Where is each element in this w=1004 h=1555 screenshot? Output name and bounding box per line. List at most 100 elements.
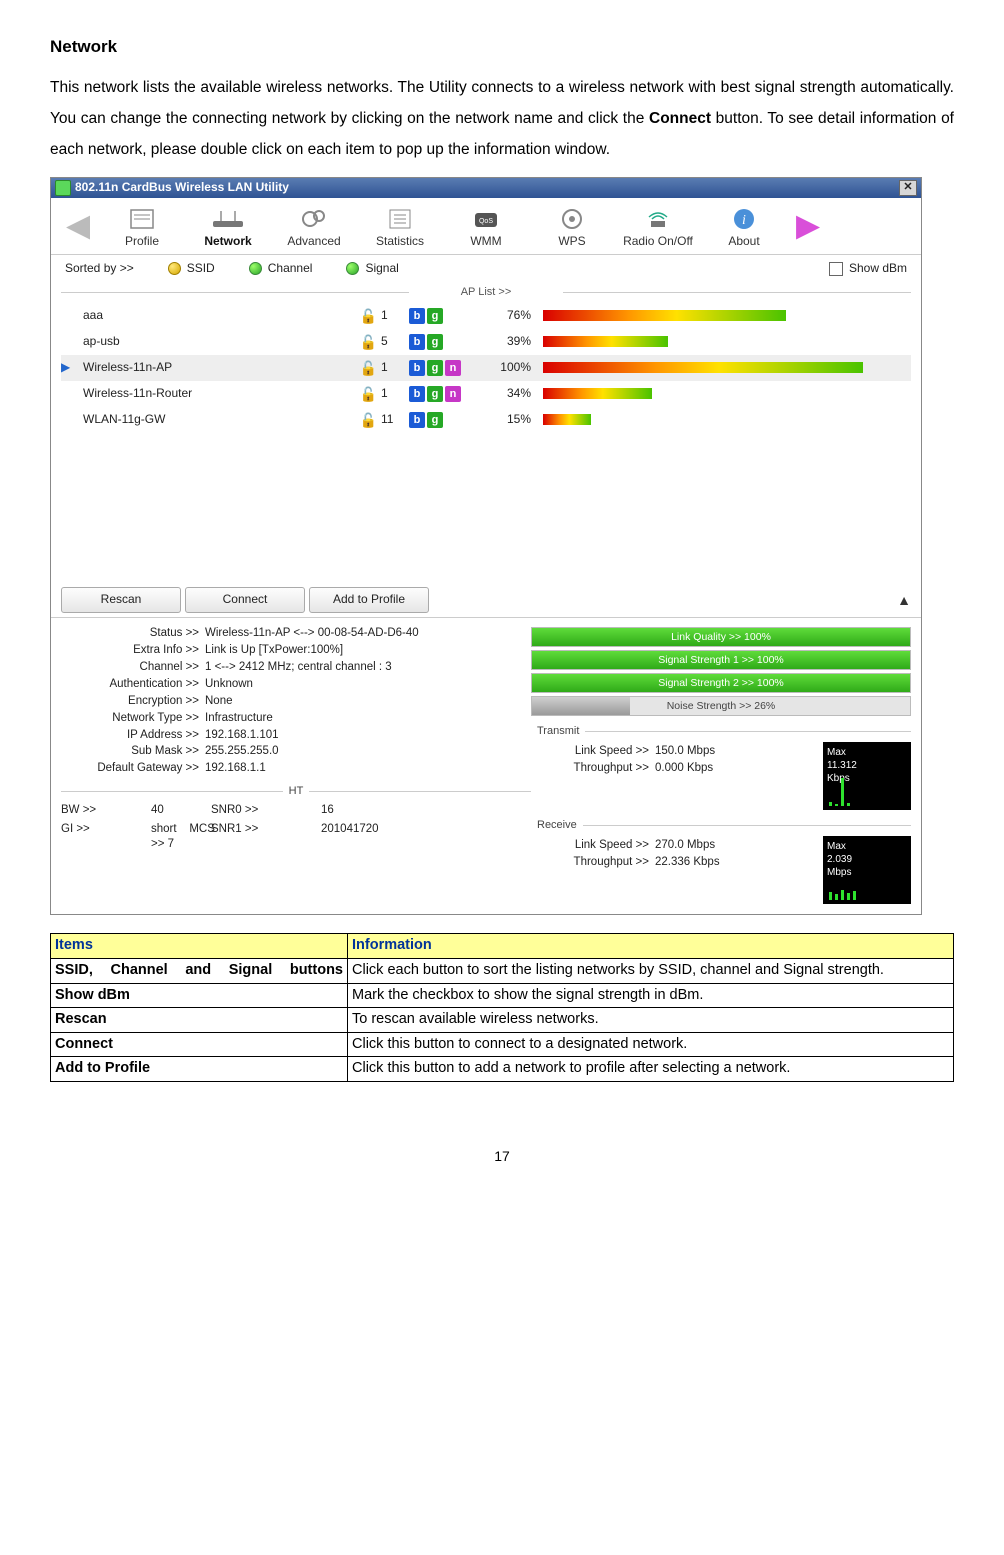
toolbar-tab-about[interactable]: iAbout — [701, 204, 787, 250]
ap-channel: 1 — [381, 386, 405, 402]
intro-connect-bold: Connect — [649, 110, 711, 127]
ap-channel: 5 — [381, 334, 405, 350]
transmit-header: Transmit — [531, 724, 911, 738]
status-value: None — [205, 694, 531, 709]
rescan-button[interactable]: Rescan — [61, 587, 181, 613]
intro-paragraph: This network lists the available wireles… — [50, 72, 954, 165]
table-item: SSID, Channel and Signal buttons — [51, 959, 348, 984]
security-icon: 🔓 — [317, 385, 377, 403]
status-key: Extra Info >> — [61, 643, 205, 658]
ap-modes: bg — [409, 308, 479, 324]
table-row: ConnectClick this button to connect to a… — [51, 1032, 954, 1057]
rx-linkspeed-value: 270.0 Mbps — [655, 838, 745, 853]
tx-linkspeed-value: 150.0 Mbps — [655, 744, 745, 759]
toolbar-next-arrow[interactable]: ► — [787, 202, 829, 250]
ap-row[interactable]: ▶Wireless-11n-AP🔓1bgn100% — [61, 355, 911, 381]
wmm-icon: QoS — [466, 204, 506, 234]
ap-list-header: AP List >> — [51, 285, 921, 299]
toolbar-prev-arrow[interactable]: ◄ — [57, 202, 99, 250]
table-row: RescanTo rescan available wireless netwo… — [51, 1008, 954, 1033]
toolbar-tab-wps[interactable]: WPS — [529, 204, 615, 250]
link-quality-bar: Link Quality >> 100% — [531, 627, 911, 647]
ap-ssid: Wireless-11n-AP — [79, 360, 313, 376]
status-value: 1 <--> 2412 MHz; central channel : 3 — [205, 660, 531, 675]
status-key: Sub Mask >> — [61, 744, 205, 759]
status-value: 255.255.255.0 — [205, 744, 531, 759]
tx-throughput-value: 0.000 Kbps — [655, 761, 745, 776]
status-key: IP Address >> — [61, 728, 205, 743]
table-row: Show dBmMark the checkbox to show the si… — [51, 983, 954, 1008]
toolbar-tab-network[interactable]: Network — [185, 204, 271, 250]
main-toolbar: ◄ ProfileNetworkAdvancedStatisticsQoSWMM… — [51, 198, 921, 255]
table-info: Click this button to connect to a design… — [348, 1032, 954, 1057]
status-value: Wireless-11n-AP <--> 00-08-54-AD-D6-40 — [205, 626, 531, 641]
ap-signal-bar — [543, 362, 863, 373]
toolbar-tab-radio-on-off[interactable]: Radio On/Off — [615, 204, 701, 250]
sort-bar: Sorted by >> SSID Channel Signal Show dB… — [51, 255, 921, 283]
ht-header: HT — [61, 784, 531, 798]
toolbar-tab-statistics[interactable]: Statistics — [357, 204, 443, 250]
ap-row[interactable]: Wireless-11n-Router🔓1bgn34% — [61, 381, 911, 407]
mode-b-icon: b — [409, 334, 425, 350]
mode-b-icon: b — [409, 386, 425, 402]
about-icon: i — [724, 204, 764, 234]
window-title: 802.11n CardBus Wireless LAN Utility — [75, 180, 289, 196]
ap-signal-percent: 100% — [483, 360, 539, 376]
ap-row[interactable]: WLAN-11g-GW🔓11bg15% — [61, 407, 911, 433]
network-icon — [208, 204, 248, 234]
signal-strength-1-bar: Signal Strength 1 >> 100% — [531, 650, 911, 670]
status-key: Network Type >> — [61, 711, 205, 726]
utility-window: 802.11n CardBus Wireless LAN Utility ✕ ◄… — [50, 177, 922, 915]
show-dbm-checkbox[interactable]: Show dBm — [829, 261, 907, 277]
mode-g-icon: g — [427, 386, 443, 402]
sort-channel-button[interactable]: Channel — [249, 261, 313, 277]
ap-row[interactable]: aaa🔓1bg76% — [61, 303, 911, 329]
toolbar-tab-label: Profile — [125, 234, 159, 250]
table-row: SSID, Channel and Signal buttonsClick ea… — [51, 959, 954, 984]
status-row: Default Gateway >>192.168.1.1 — [61, 761, 531, 776]
table-item: Rescan — [51, 1008, 348, 1033]
wps-icon — [552, 204, 592, 234]
ap-signal-bar — [543, 310, 863, 321]
table-item: Connect — [51, 1032, 348, 1057]
sort-ssid-button[interactable]: SSID — [168, 261, 215, 277]
sort-signal-button[interactable]: Signal — [346, 261, 398, 277]
ap-signal-bar — [543, 336, 863, 347]
status-value: 192.168.1.1 — [205, 761, 531, 776]
status-row: Authentication >>Unknown — [61, 677, 531, 692]
ap-signal-percent: 34% — [483, 386, 539, 402]
table-row: Add to ProfileClick this button to add a… — [51, 1057, 954, 1082]
mode-g-icon: g — [427, 334, 443, 350]
app-icon — [55, 180, 71, 196]
status-key: Channel >> — [61, 660, 205, 675]
table-info: Click each button to sort the listing ne… — [348, 959, 954, 984]
toolbar-tab-label: Network — [204, 234, 251, 250]
ap-row[interactable]: ap-usb🔓5bg39% — [61, 329, 911, 355]
status-value: Link is Up [TxPower:100%] — [205, 643, 531, 658]
svg-text:i: i — [742, 213, 746, 228]
mode-g-icon: g — [427, 308, 443, 324]
toolbar-tab-label: Advanced — [287, 234, 340, 250]
toolbar-tab-advanced[interactable]: Advanced — [271, 204, 357, 250]
rx-throughput-value: 22.336 Kbps — [655, 855, 745, 870]
connect-button[interactable]: Connect — [185, 587, 305, 613]
toolbar-tab-profile[interactable]: Profile — [99, 204, 185, 250]
details-panel: Status >>Wireless-11n-AP <--> 00-08-54-A… — [51, 617, 921, 915]
security-icon: 🔓 — [317, 411, 377, 429]
toolbar-tab-label: WMM — [470, 234, 501, 250]
toolbar-tab-wmm[interactable]: QoSWMM — [443, 204, 529, 250]
close-button[interactable]: ✕ — [899, 180, 917, 196]
add-to-profile-button[interactable]: Add to Profile — [309, 587, 429, 613]
status-value: Unknown — [205, 677, 531, 692]
table-header-information: Information — [348, 934, 954, 959]
ap-signal-bar — [543, 414, 863, 425]
table-info: Mark the checkbox to show the signal str… — [348, 983, 954, 1008]
ap-modes: bgn — [409, 360, 479, 376]
status-row: Sub Mask >>255.255.255.0 — [61, 744, 531, 759]
mode-g-icon: g — [427, 412, 443, 428]
mode-n-icon: n — [445, 360, 461, 376]
statistics-icon — [380, 204, 420, 234]
status-key: Default Gateway >> — [61, 761, 205, 776]
collapse-details-icon[interactable]: ▲ — [897, 591, 911, 609]
table-item: Show dBm — [51, 983, 348, 1008]
